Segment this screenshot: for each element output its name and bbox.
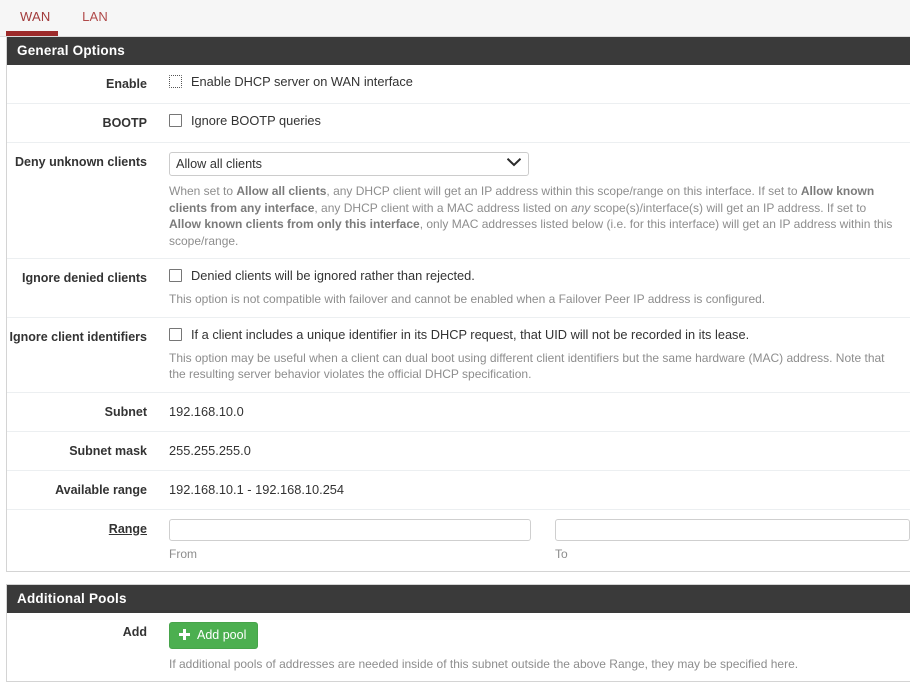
ignore-client-ids-checkbox-row[interactable]: If a client includes a unique identifier…	[169, 327, 910, 343]
ignore-denied-checkbox-row[interactable]: Denied clients will be ignored rather th…	[169, 268, 910, 284]
additional-pools-panel: Additional Pools Add Add pool If additio…	[6, 584, 910, 682]
row-deny-unknown-clients: Deny unknown clients Allow all clients A…	[7, 143, 910, 259]
interface-tabbar: WAN LAN	[0, 0, 910, 36]
plus-icon	[179, 629, 190, 640]
label-ignore-denied-clients: Ignore denied clients	[7, 268, 147, 286]
enable-checkbox-row[interactable]: Enable DHCP server on WAN interface	[169, 74, 910, 90]
row-range: Range From To	[7, 510, 910, 571]
add-pool-button[interactable]: Add pool	[169, 622, 258, 649]
add-pool-button-label: Add pool	[197, 628, 246, 642]
field-bootp: Ignore BOOTP queries	[147, 113, 910, 129]
range-to-cell: To	[531, 519, 910, 562]
bootp-checkbox-label: Ignore BOOTP queries	[191, 113, 321, 129]
ignore-client-identifiers-checkbox[interactable]	[169, 328, 182, 341]
row-ignore-client-identifiers: Ignore client identifiers If a client in…	[7, 318, 910, 393]
label-subnet: Subnet	[7, 402, 147, 420]
range-from-input[interactable]	[169, 519, 531, 541]
range-to-sublabel: To	[555, 547, 910, 562]
row-available-range: Available range 192.168.10.1 - 192.168.1…	[7, 471, 910, 510]
label-add: Add	[7, 622, 147, 640]
additional-pools-heading: Additional Pools	[7, 585, 910, 613]
row-ignore-denied-clients: Ignore denied clients Denied clients wil…	[7, 259, 910, 318]
row-add-pool: Add Add pool If additional pools of addr…	[7, 613, 910, 682]
field-deny-unknown-clients: Allow all clients Allow known clients fr…	[147, 152, 910, 249]
label-subnet-mask: Subnet mask	[7, 441, 147, 459]
ignore-client-identifiers-label: If a client includes a unique identifier…	[191, 327, 749, 343]
row-subnet-mask: Subnet mask 255.255.255.0	[7, 432, 910, 471]
subnet-value: 192.168.10.0	[169, 402, 910, 420]
help-seg: When set to	[169, 184, 236, 198]
field-enable: Enable DHCP server on WAN interface	[147, 74, 910, 90]
tabbar-divider	[0, 36, 910, 37]
field-add-pool: Add pool If additional pools of addresse…	[147, 622, 910, 673]
deny-unknown-clients-select[interactable]: Allow all clients Allow known clients fr…	[169, 152, 529, 176]
help-seg: , any DHCP client with a MAC address lis…	[314, 201, 571, 215]
field-available-range: 192.168.10.1 - 192.168.10.254	[147, 480, 910, 498]
tab-wan[interactable]: WAN	[6, 0, 64, 34]
tab-lan[interactable]: LAN	[68, 0, 122, 34]
row-enable: Enable Enable DHCP server on WAN interfa…	[7, 65, 910, 104]
enable-checkbox[interactable]	[169, 75, 182, 88]
ignore-denied-clients-checkbox[interactable]	[169, 269, 182, 282]
general-options-heading: General Options	[7, 37, 910, 65]
general-options-panel: General Options Enable Enable DHCP serve…	[6, 36, 910, 572]
help-bold: Allow known clients from only this inter…	[169, 217, 420, 231]
help-bold: Allow all clients	[236, 184, 326, 198]
row-subnet: Subnet 192.168.10.0	[7, 393, 910, 432]
ignore-denied-clients-help: This option is not compatible with failo…	[169, 291, 910, 308]
field-subnet: 192.168.10.0	[147, 402, 910, 420]
subnet-mask-value: 255.255.255.0	[169, 441, 910, 459]
label-bootp: BOOTP	[7, 113, 147, 131]
bootp-checkbox[interactable]	[169, 114, 182, 127]
general-options-body: Enable Enable DHCP server on WAN interfa…	[7, 65, 910, 571]
enable-checkbox-label: Enable DHCP server on WAN interface	[191, 74, 413, 90]
field-ignore-client-identifiers: If a client includes a unique identifier…	[147, 327, 910, 383]
label-deny-unknown-clients: Deny unknown clients	[7, 152, 147, 170]
bootp-checkbox-row[interactable]: Ignore BOOTP queries	[169, 113, 910, 129]
panel-gap	[0, 572, 910, 584]
field-ignore-denied-clients: Denied clients will be ignored rather th…	[147, 268, 910, 308]
available-range-value: 192.168.10.1 - 192.168.10.254	[169, 480, 910, 498]
range-to-input[interactable]	[555, 519, 910, 541]
help-italic: any	[571, 201, 590, 215]
deny-unknown-select-wrap: Allow all clients Allow known clients fr…	[169, 152, 529, 176]
label-range: Range	[7, 519, 147, 537]
help-seg: scope(s)/interface(s) will get an IP add…	[590, 201, 866, 215]
add-pool-help: If additional pools of addresses are nee…	[169, 656, 910, 673]
label-available-range: Available range	[7, 480, 147, 498]
ignore-denied-clients-label: Denied clients will be ignored rather th…	[191, 268, 475, 284]
label-ignore-client-identifiers: Ignore client identifiers	[7, 327, 147, 345]
additional-pools-body: Add Add pool If additional pools of addr…	[7, 613, 910, 682]
deny-unknown-clients-help: When set to Allow all clients, any DHCP …	[169, 183, 910, 249]
range-from-cell: From	[169, 519, 531, 562]
row-bootp: BOOTP Ignore BOOTP queries	[7, 104, 910, 143]
help-seg: , any DHCP client will get an IP address…	[326, 184, 800, 198]
field-range: From To	[147, 519, 910, 562]
label-enable: Enable	[7, 74, 147, 92]
range-help-link[interactable]: Range	[109, 522, 147, 536]
ignore-client-identifiers-help: This option may be useful when a client …	[169, 350, 910, 383]
range-from-sublabel: From	[169, 547, 531, 562]
range-inputs: From To	[169, 519, 910, 562]
field-subnet-mask: 255.255.255.0	[147, 441, 910, 459]
